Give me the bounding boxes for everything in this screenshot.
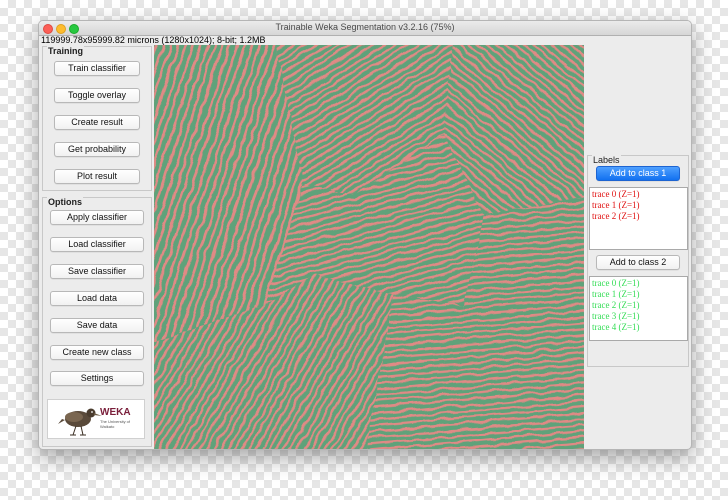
class-1-trace-list[interactable]: trace 0 (Z=1) trace 1 (Z=1) trace 2 (Z=1… — [589, 187, 688, 250]
title-bar[interactable]: Trainable Weka Segmentation v3.2.16 (75%… — [39, 21, 691, 36]
add-to-class-1-button[interactable]: Add to class 1 — [596, 166, 680, 181]
segmentation-image[interactable] — [154, 45, 584, 449]
weka-logo: WEKA The University of Waikato — [47, 399, 145, 439]
class-1-trace-item[interactable]: trace 1 (Z=1) — [592, 200, 685, 211]
load-data-button[interactable]: Load data — [50, 291, 144, 306]
weka-logo-subtitle: The University of Waikato — [100, 419, 131, 429]
save-data-button[interactable]: Save data — [50, 318, 144, 333]
plot-result-button[interactable]: Plot result — [54, 169, 140, 184]
save-classifier-button[interactable]: Save classifier — [50, 264, 144, 279]
image-info: 119999.78x95999.82 microns (1280x1024); … — [41, 35, 266, 45]
class-2-trace-item[interactable]: trace 2 (Z=1) — [592, 300, 685, 311]
training-panel: Training Train classifier Toggle overlay… — [42, 46, 152, 191]
main-window: Trainable Weka Segmentation v3.2.16 (75%… — [38, 20, 692, 450]
create-new-class-button[interactable]: Create new class — [50, 345, 144, 360]
class-2-trace-item[interactable]: trace 0 (Z=1) — [592, 278, 685, 289]
train-classifier-button[interactable]: Train classifier — [54, 61, 140, 76]
class-2-trace-item[interactable]: trace 3 (Z=1) — [592, 311, 685, 322]
labels-panel: Labels Add to class 1 trace 0 (Z=1) trac… — [587, 155, 689, 367]
labels-panel-title: Labels — [592, 155, 621, 165]
class-2-trace-item[interactable]: trace 1 (Z=1) — [592, 289, 685, 300]
create-result-button[interactable]: Create result — [54, 115, 140, 130]
segmentation-overlay-canvas[interactable] — [154, 45, 584, 449]
class-2-trace-item[interactable]: trace 4 (Z=1) — [592, 322, 685, 333]
load-classifier-button[interactable]: Load classifier — [50, 237, 144, 252]
toggle-overlay-button[interactable]: Toggle overlay — [54, 88, 140, 103]
settings-button[interactable]: Settings — [50, 371, 144, 386]
window-title: Trainable Weka Segmentation v3.2.16 (75%… — [275, 22, 455, 32]
class-1-trace-item[interactable]: trace 0 (Z=1) — [592, 189, 685, 200]
add-to-class-2-button[interactable]: Add to class 2 — [596, 255, 680, 270]
options-panel-title: Options — [47, 197, 83, 207]
weka-logo-name: WEKA — [100, 407, 131, 418]
training-panel-title: Training — [47, 46, 85, 56]
class-1-trace-item[interactable]: trace 2 (Z=1) — [592, 211, 685, 222]
apply-classifier-button[interactable]: Apply classifier — [50, 210, 144, 225]
get-probability-button[interactable]: Get probability — [54, 142, 140, 157]
class-2-trace-list[interactable]: trace 0 (Z=1) trace 1 (Z=1) trace 2 (Z=1… — [589, 276, 688, 341]
